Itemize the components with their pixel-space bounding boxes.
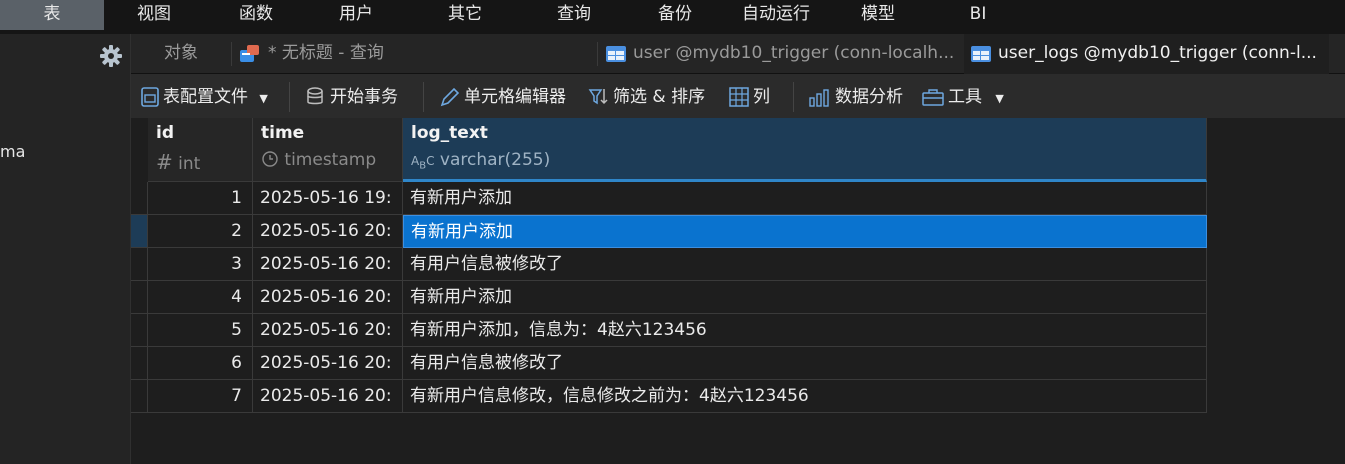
row-marker[interactable]: [131, 182, 148, 215]
tab-user-logs-table[interactable]: user_logs @mydb10_trigger (conn-l...: [964, 34, 1329, 74]
row-marker[interactable]: [131, 281, 148, 314]
cell-log-text[interactable]: 有新用户添加，信息为：4赵六123456: [403, 314, 1207, 347]
menu-automation[interactable]: 自动运行: [731, 0, 821, 30]
row-marker[interactable]: [131, 215, 148, 248]
filter-sort-button[interactable]: 筛选 & 排序: [588, 82, 705, 112]
cell-log-text[interactable]: 有用户信息被修改了: [403, 248, 1207, 281]
cell-id[interactable]: 3: [148, 248, 253, 281]
cell-log-text[interactable]: 有新用户添加: [403, 215, 1207, 248]
query-icon: [240, 45, 259, 62]
column-name: id: [156, 123, 174, 143]
column-type: # int: [156, 150, 201, 174]
cell-log-text[interactable]: 有新用户信息修改，信息修改之前为：4赵六123456: [403, 380, 1207, 413]
chevron-down-icon: ▼: [995, 92, 1004, 105]
cell-id[interactable]: 6: [148, 347, 253, 380]
menu-user[interactable]: 用户: [318, 0, 394, 30]
columns-icon: [729, 87, 749, 107]
toolbar: 表配置文件 ▼ 开始事务 单元格编辑器 筛选 & 排序 列 数据分析 工具 ▼: [131, 74, 1345, 120]
column-name: log_text: [411, 123, 488, 143]
menu-bar: 表 视图 函数 用户 其它 查询 备份 自动运行 模型 BI: [0, 0, 1345, 34]
nav-item-label[interactable]: ma: [0, 142, 25, 161]
menu-view[interactable]: 视图: [116, 0, 192, 30]
column-header-log-text[interactable]: log_text ABC varchar(255): [403, 118, 1207, 182]
cell-log-text[interactable]: 有用户信息被修改了: [403, 347, 1207, 380]
tools-button[interactable]: 工具 ▼: [921, 82, 1004, 112]
cell-time[interactable]: 2025-05-16 20:: [253, 248, 403, 281]
toolbox-icon: [922, 89, 944, 106]
cell-editor-button[interactable]: 单元格编辑器: [439, 82, 566, 112]
cell-id[interactable]: 1: [148, 182, 253, 215]
column-type: timestamp: [261, 150, 376, 170]
tab-objects[interactable]: 对象: [164, 34, 244, 74]
filter-icon: [588, 89, 608, 105]
table-profile-icon: [141, 87, 159, 107]
tab-user-table[interactable]: user @mydb10_trigger (conn-localh...: [633, 34, 961, 74]
filter-sort-label: 筛选 & 排序: [613, 87, 706, 107]
database-icon: [307, 87, 323, 105]
chevron-down-icon: ▼: [259, 92, 268, 105]
row-marker[interactable]: [131, 380, 148, 413]
tab-user-logs-label: user_logs @mydb10_trigger (conn-l...: [998, 43, 1317, 63]
cell-time[interactable]: 2025-05-16 20:: [253, 380, 403, 413]
cell-id[interactable]: 7: [148, 380, 253, 413]
data-analysis-button[interactable]: 数据分析: [808, 82, 903, 112]
cell-id[interactable]: 2: [148, 215, 253, 248]
cell-time[interactable]: 2025-05-16 20:: [253, 314, 403, 347]
column-name: time: [261, 123, 305, 143]
table-profile-button[interactable]: 表配置文件 ▼: [140, 82, 268, 112]
gear-icon[interactable]: [99, 44, 123, 68]
tab-untitled-query[interactable]: * 无标题 - 查询: [268, 34, 588, 74]
menu-function[interactable]: 函数: [218, 0, 294, 30]
chart-icon: [809, 89, 829, 107]
cell-time[interactable]: 2025-05-16 20:: [253, 281, 403, 314]
cell-time[interactable]: 2025-05-16 20:: [253, 347, 403, 380]
menu-bi[interactable]: BI: [940, 0, 1016, 30]
cell-time[interactable]: 2025-05-16 19:: [253, 182, 403, 215]
table-icon: [606, 46, 626, 62]
cell-time[interactable]: 2025-05-16 20:: [253, 215, 403, 248]
text-type-icon: ABC: [411, 154, 435, 172]
data-analysis-label: 数据分析: [835, 87, 903, 107]
row-marker[interactable]: [131, 347, 148, 380]
cell-log-text[interactable]: 有新用户添加: [403, 182, 1207, 215]
navigation-pane: ma: [0, 34, 131, 464]
table-profile-label: 表配置文件: [163, 87, 248, 107]
menu-table[interactable]: 表: [0, 0, 104, 30]
row-marker[interactable]: [131, 314, 148, 347]
begin-transaction-label: 开始事务: [330, 87, 398, 107]
menu-backup[interactable]: 备份: [637, 0, 713, 30]
menu-model[interactable]: 模型: [840, 0, 916, 30]
clock-icon: [262, 151, 278, 167]
menu-query[interactable]: 查询: [536, 0, 612, 30]
tab-bar: 对象 * 无标题 - 查询 user @mydb10_trigger (conn…: [131, 34, 1345, 74]
cell-log-text[interactable]: 有新用户添加: [403, 281, 1207, 314]
column-header-id[interactable]: id # int: [148, 118, 253, 182]
hash-icon: #: [156, 150, 173, 174]
row-marker[interactable]: [131, 248, 148, 281]
begin-transaction-button[interactable]: 开始事务: [305, 82, 398, 112]
cell-editor-label: 单元格编辑器: [464, 87, 566, 107]
column-header-time[interactable]: time timestamp: [253, 118, 403, 182]
columns-label: 列: [753, 87, 770, 107]
data-grid: id # int time timestamp log_text ABC var…: [131, 118, 1345, 464]
cell-id[interactable]: 4: [148, 281, 253, 314]
menu-other[interactable]: 其它: [427, 0, 503, 30]
table-icon: [971, 46, 991, 62]
pencil-icon: [440, 87, 460, 107]
columns-button[interactable]: 列: [728, 82, 770, 112]
cell-id[interactable]: 5: [148, 314, 253, 347]
column-type: ABC varchar(255): [411, 150, 551, 172]
tools-label: 工具: [948, 87, 982, 107]
